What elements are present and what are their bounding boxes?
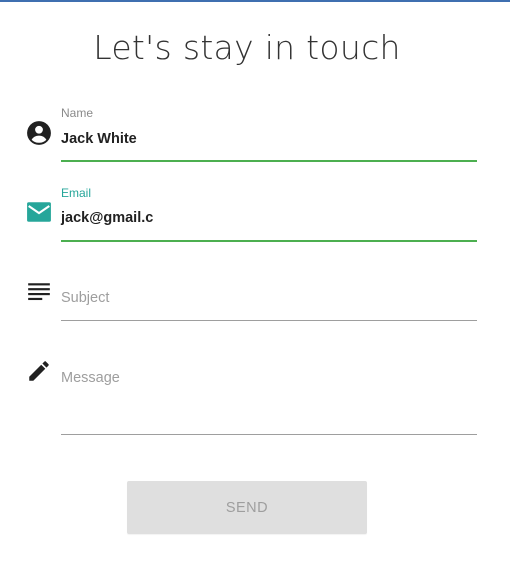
name-label: Name <box>61 106 94 120</box>
top-rule <box>0 0 510 2</box>
name-underline <box>61 160 477 162</box>
email-field[interactable]: Email jack@gmail.c <box>0 180 510 250</box>
subject-field[interactable]: Subject <box>0 270 510 330</box>
message-input[interactable]: Message <box>61 370 120 386</box>
page-title: Let's stay in touch <box>93 28 401 67</box>
message-underline <box>61 434 477 435</box>
name-field[interactable]: Name Jack White <box>0 100 510 170</box>
subject-input[interactable]: Subject <box>61 290 109 306</box>
account-circle-icon <box>27 121 51 145</box>
subject-underline <box>61 320 477 321</box>
name-input[interactable]: Jack White <box>61 131 137 147</box>
email-underline <box>61 240 477 242</box>
subject-lines-icon <box>28 283 50 301</box>
send-button[interactable]: SEND <box>127 481 367 534</box>
email-input[interactable]: jack@gmail.c <box>61 210 153 226</box>
email-label: Email <box>61 186 92 200</box>
message-field[interactable]: Message <box>0 350 510 440</box>
pencil-icon <box>29 361 49 381</box>
mail-icon <box>27 202 51 222</box>
